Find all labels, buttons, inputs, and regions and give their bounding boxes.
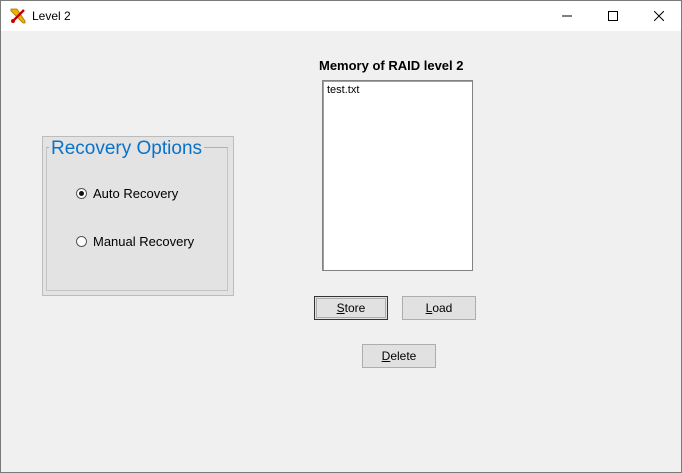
app-window: Level 2 Recovery Options Auto Recovery M… [0, 0, 682, 473]
auto-recovery-radio[interactable]: Auto Recovery [76, 186, 178, 201]
list-item[interactable]: test.txt [327, 84, 359, 96]
close-button[interactable] [636, 1, 682, 31]
store-button[interactable]: Store [314, 296, 388, 320]
delete-label: Delete [381, 349, 417, 363]
recovery-options-group: Recovery Options Auto Recovery Manual Re… [42, 136, 234, 296]
radio-label: Auto Recovery [93, 186, 179, 201]
manual-recovery-radio[interactable]: Manual Recovery [76, 234, 194, 249]
title-bar[interactable]: Level 2 [1, 1, 681, 31]
minimize-button[interactable] [544, 1, 590, 31]
delete-button[interactable]: Delete [362, 344, 436, 368]
radio-unselected-icon [76, 236, 87, 247]
radio-label: Manual Recovery [93, 234, 195, 249]
maximize-icon [608, 11, 618, 21]
radio-selected-icon [76, 188, 87, 199]
window-title: Level 2 [32, 9, 71, 23]
memory-listbox[interactable]: test.txt [322, 80, 473, 271]
store-label: Store [336, 301, 366, 315]
load-button[interactable]: Load [402, 296, 476, 320]
raid-app-icon [9, 7, 27, 25]
load-label: Load [425, 301, 453, 315]
group-title: Recovery Options [49, 138, 205, 160]
memory-label: Memory of RAID level 2 [319, 58, 464, 73]
minimize-icon [562, 15, 572, 17]
maximize-button[interactable] [590, 1, 636, 31]
close-icon [654, 11, 664, 21]
group-frame [46, 147, 228, 291]
